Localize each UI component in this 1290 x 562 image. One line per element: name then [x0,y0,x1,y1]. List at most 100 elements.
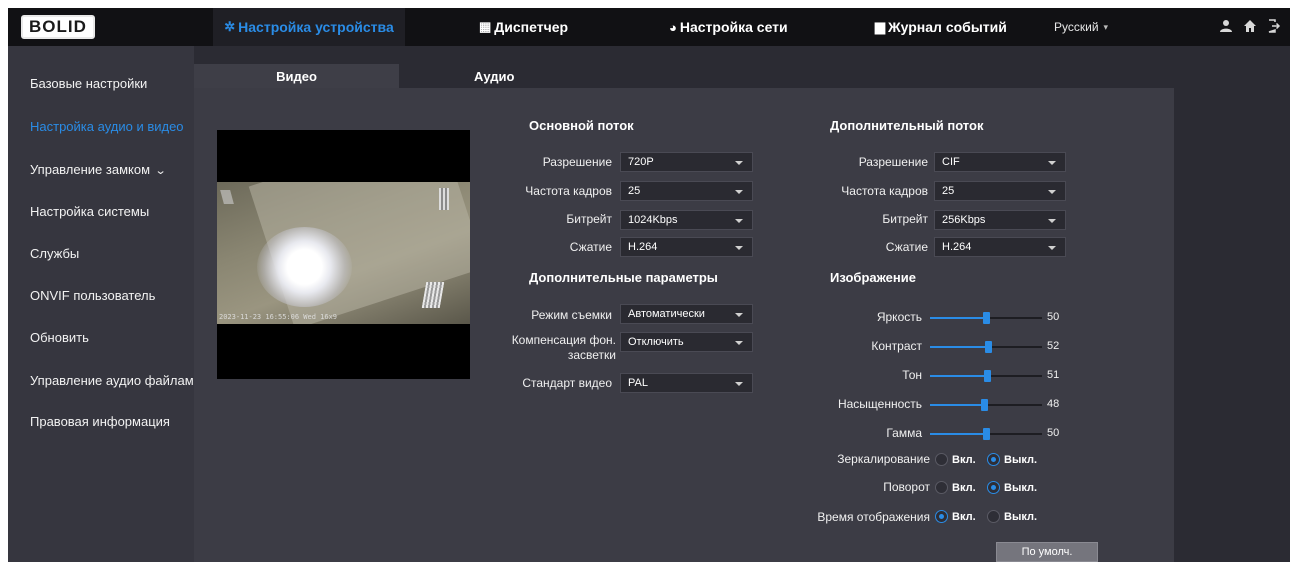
dropdown-arrow-icon [735,382,743,386]
mirroring-on-radio[interactable] [935,453,948,466]
mirroring-label: Зеркалирование [837,452,930,466]
sub-framerate-select[interactable]: 25 [934,181,1066,201]
main-framerate-select[interactable]: 25 [620,181,753,201]
default-button[interactable]: По умолч. [996,542,1098,562]
main-compression-label: Сжатие [569,240,612,254]
backlight-compensation-select[interactable]: Отключить [620,332,753,352]
saturation-label: Насыщенность [837,397,922,411]
nav-network-settings-label: Настройка сети [679,19,788,35]
time-display-on-radio[interactable] [935,510,948,523]
sidebar-item-label: Управление замком [30,162,151,177]
main-bitrate-value: 1024Kbps [628,214,678,226]
hue-label: Тон [902,368,922,382]
nav-event-log[interactable]: ▆ Журнал событий [875,8,1007,46]
tab-video[interactable]: Видео [194,64,399,88]
sub-resolution-select[interactable]: CIF [934,152,1066,172]
main-resolution-label: Разрешение [542,155,612,169]
time-display-off-radio[interactable] [987,510,1000,523]
sub-compression-select[interactable]: H.264 [934,237,1066,257]
rotation-off-label: Выкл. [1004,482,1038,494]
chevron-down-icon: ▾ [1103,21,1109,32]
sidebar-item-label: Обновить [30,330,89,345]
main-bitrate-select[interactable]: 1024Kbps [620,210,753,230]
main-resolution-value: 720P [628,156,654,168]
sub-bitrate-select[interactable]: 256Kbps [934,210,1066,230]
right-empty-area [1174,64,1290,562]
dropdown-arrow-icon [1048,190,1056,194]
mirroring-off-radio[interactable] [987,453,1000,466]
rotation-off-radio[interactable] [987,481,1000,494]
slider-thumb[interactable] [983,312,990,324]
sub-stream-title: Дополнительный поток [830,118,984,133]
main-resolution-select[interactable]: 720P [620,152,753,172]
brightness-slider[interactable] [930,312,1042,324]
shooting-mode-select[interactable]: Автоматически [620,304,753,324]
sidebar-item-label: Службы [30,246,80,261]
gamma-slider[interactable] [930,428,1042,440]
nav-dispatcher[interactable]: ▦ Диспетчер [479,8,568,46]
sub-bitrate-value: 256Kbps [942,214,986,226]
contrast-slider[interactable] [930,341,1042,353]
camera-image: 2023-11-23 16:55:06 Wed 16x9 [217,182,470,324]
slider-thumb[interactable] [984,370,991,382]
sidebar-item-services[interactable]: Службы [30,246,79,261]
sidebar-item-audio-video[interactable]: Настройка аудио и видео [30,119,184,134]
sub-resolution-label: Разрешение [858,155,928,169]
dropdown-arrow-icon [735,190,743,194]
nav-network-settings[interactable]: ◕ Настройка сети [669,8,788,46]
sidebar-item-label: Управление аудио файлами [30,373,201,388]
app-window: BOLID ✲ Настройка устройства ▦ Диспетчер… [8,8,1290,562]
sidebar-item-lock-control[interactable]: Управление замком ⌄ [30,162,167,177]
video-standard-value: PAL [628,377,648,389]
sidebar-item-label: Настройка аудио и видео [30,119,184,134]
sidebar-item-system-settings[interactable]: Настройка системы [30,204,149,219]
shooting-mode-value: Автоматически [628,308,705,320]
main-compression-select[interactable]: H.264 [620,237,753,257]
dropdown-arrow-icon [735,161,743,165]
home-icon[interactable] [1242,19,1258,35]
sidebar-item-label: ONVIF пользователь [30,288,156,303]
main-framerate-label: Частота кадров [525,184,612,198]
sidebar-item-audio-files[interactable]: Управление аудио файлами [30,373,201,388]
video-standard-select[interactable]: PAL [620,373,753,393]
gamma-label: Гамма [886,426,922,440]
saturation-value: 48 [1047,398,1060,410]
sidebar-item-onvif-user[interactable]: ONVIF пользователь [30,288,155,303]
nav-device-settings[interactable]: ✲ Настройка устройства [213,8,405,46]
sub-bitrate-label: Битрейт [882,212,928,226]
time-display-label: Время отображения [817,510,930,524]
main-compression-value: H.264 [628,241,658,253]
nav-event-log-label: Журнал событий [888,19,1007,35]
mirroring-off-label: Выкл. [1004,454,1038,466]
tab-audio[interactable]: Аудио [399,64,559,88]
user-icon[interactable] [1218,19,1234,35]
time-display-off-label: Выкл. [1004,511,1038,523]
slider-thumb[interactable] [983,428,990,440]
sidebar-item-basic-settings[interactable]: Базовые настройки [30,76,147,91]
saturation-slider[interactable] [930,399,1042,411]
log-book-icon: ▆ [875,19,885,34]
top-navigation-bar: BOLID ✲ Настройка устройства ▦ Диспетчер… [8,8,1290,46]
brightness-label: Яркость [876,310,922,324]
hue-value: 51 [1047,369,1060,381]
dropdown-arrow-icon [1048,161,1056,165]
slider-thumb[interactable] [981,399,988,411]
slider-thumb[interactable] [985,341,992,353]
dropdown-arrow-icon [1048,246,1056,250]
rotation-on-label: Вкл. [952,482,976,494]
shooting-mode-label: Режим съемки [531,308,612,322]
rotation-on-radio[interactable] [935,481,948,494]
nav-device-settings-label: Настройка устройства [238,19,394,35]
globe-icon: ◕ [669,19,677,35]
language-select[interactable]: Русский ▾ [1054,8,1108,46]
sub-framerate-value: 25 [942,185,955,197]
contrast-value: 52 [1047,340,1060,352]
sidebar-item-legal-info[interactable]: Правовая информация [30,414,170,429]
sidebar-item-update[interactable]: Обновить [30,330,89,345]
sidebar-item-label: Базовые настройки [30,76,148,91]
backlight-compensation-label: Компенсация фон. засветки [511,333,616,362]
sidebar-item-label: Настройка системы [30,204,150,219]
logout-icon[interactable] [1266,19,1282,35]
time-display-on-label: Вкл. [952,511,976,523]
hue-slider[interactable] [930,370,1042,382]
